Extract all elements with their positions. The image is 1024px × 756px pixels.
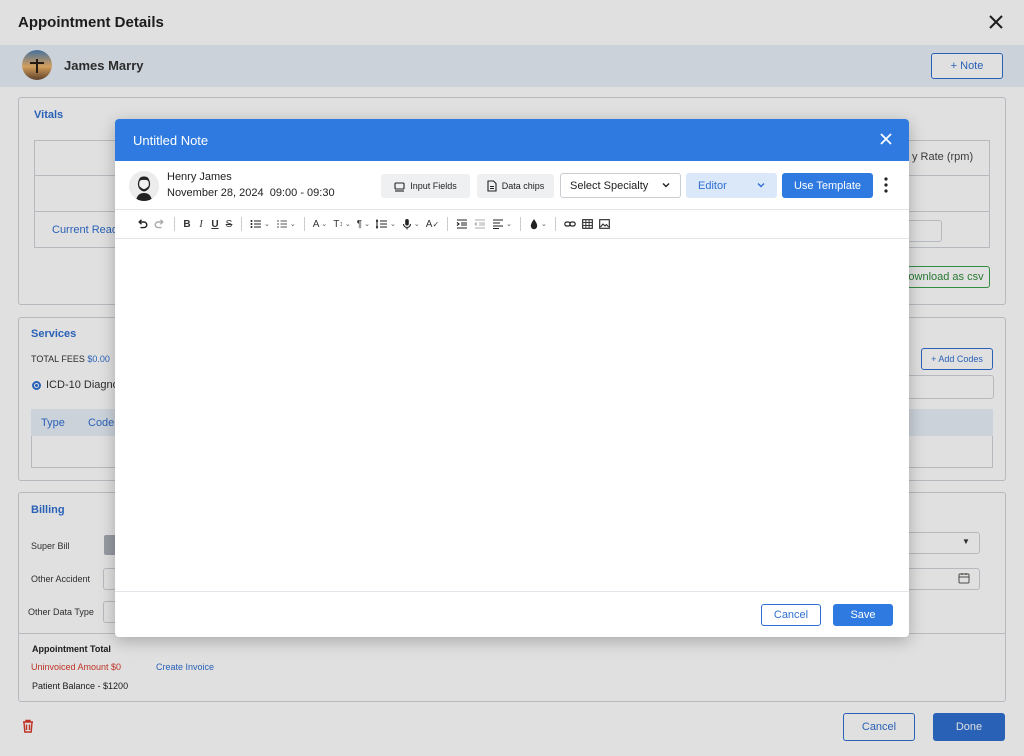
appointment-datetime: November 28, 2024 09:00 - 09:30 <box>167 187 335 199</box>
table-icon[interactable] <box>579 215 596 233</box>
underline-icon[interactable]: U <box>208 215 222 233</box>
toolbar-separator <box>447 217 449 231</box>
line-height-icon[interactable]: ⌄ <box>373 215 399 233</box>
chevron-down-icon <box>662 183 670 188</box>
modal-header <box>115 119 909 161</box>
font-size-icon[interactable]: T ↕ ⌄ <box>330 215 353 233</box>
strikethrough-icon[interactable]: S <box>222 215 236 233</box>
link-icon[interactable] <box>561 215 579 233</box>
modal-title: Untitled Note <box>133 133 209 148</box>
note-editor-area[interactable] <box>115 239 909 591</box>
bold-icon[interactable]: B <box>180 215 194 233</box>
toolbar-separator <box>520 217 522 231</box>
toolbar-separator <box>174 217 175 231</box>
modal-divider <box>115 209 909 210</box>
more-vertical-icon[interactable] <box>881 175 891 195</box>
toolbar-separator <box>303 217 305 231</box>
outdent-icon[interactable] <box>471 215 489 233</box>
editor-toolbar: B I U S ⌄ ⌄ A ⌄ T ↕ ⌄ ¶ ⌄ ⌄ ⌄ A ✓ ⌄ ⌄ <box>133 215 613 233</box>
provider-avatar <box>129 171 159 201</box>
toolbar-separator <box>241 217 242 231</box>
note-modal: Untitled Note Henry James November 28, 2… <box>115 119 909 637</box>
italic-icon[interactable]: I <box>194 215 208 233</box>
paragraph-icon[interactable]: ¶ ⌄ <box>354 215 373 233</box>
toolbar-separator <box>554 217 556 231</box>
appointment-date: November 28, 2024 <box>167 187 264 199</box>
data-chips-button[interactable]: Data chips <box>477 174 554 198</box>
image-icon[interactable] <box>596 215 613 233</box>
numbered-list-icon[interactable]: ⌄ <box>273 215 299 233</box>
provider-name: Henry James <box>167 171 232 183</box>
input-fields-button[interactable]: Input Fields <box>381 174 470 198</box>
specialty-value: Select Specialty <box>570 179 649 192</box>
font-color-icon[interactable]: A ⌄ <box>310 215 331 233</box>
use-template-button[interactable]: Use Template <box>782 173 873 198</box>
indent-icon[interactable] <box>453 215 471 233</box>
document-icon <box>487 180 497 192</box>
data-chips-label: Data chips <box>501 181 545 191</box>
editor-mode-value: Editor <box>698 179 727 192</box>
close-icon[interactable] <box>878 131 894 147</box>
undo-icon[interactable] <box>133 215 151 233</box>
input-fields-label: Input Fields <box>410 181 457 191</box>
input-fields-icon <box>394 181 405 192</box>
modal-cancel-button[interactable]: Cancel <box>761 604 821 626</box>
highlight-icon[interactable]: ⌄ <box>526 215 550 233</box>
appointment-time: 09:00 - 09:30 <box>269 187 335 199</box>
modal-divider <box>115 591 909 592</box>
spellcheck-icon[interactable]: A ✓ <box>423 215 442 233</box>
chevron-down-icon <box>757 183 765 188</box>
redo-icon[interactable] <box>151 215 169 233</box>
microphone-icon[interactable]: ⌄ <box>399 215 423 233</box>
align-icon[interactable]: ⌄ <box>489 215 515 233</box>
bullet-list-icon[interactable]: ⌄ <box>247 215 273 233</box>
modal-save-button[interactable]: Save <box>833 604 893 626</box>
